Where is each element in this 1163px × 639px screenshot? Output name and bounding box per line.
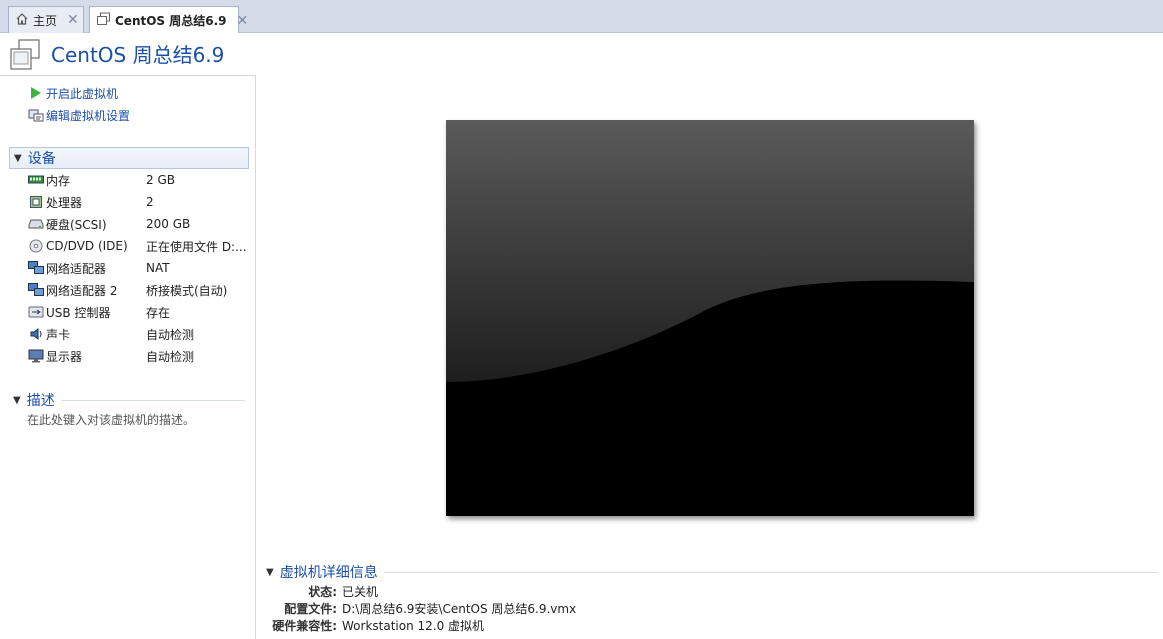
vm-details-section-header[interactable]: ▼ 虚拟机详细信息 [264, 561, 1158, 583]
detail-row-status: 状态: 已关机 [264, 583, 378, 600]
device-row-cd-dvd[interactable]: CD/DVD (IDE) 正在使用文件 D:... [28, 236, 250, 256]
page-title: CentOS 周总结6.9 [51, 43, 225, 67]
device-row-harddisk[interactable]: 硬盘(SCSI) 200 GB [28, 214, 250, 234]
device-row-sound-card[interactable]: 声卡 自动检测 [28, 324, 250, 344]
device-value: 存在 [146, 305, 171, 320]
vm-screen-preview[interactable] [446, 120, 974, 516]
device-value: 2 GB [146, 173, 175, 187]
device-name: 网络适配器 2 [46, 283, 118, 298]
tab-home-label: 主页 [33, 13, 58, 28]
tab-vm-label: CentOS 周总结6.9 [115, 14, 227, 28]
device-row-network-adapter[interactable]: 网络适配器 NAT [28, 258, 250, 278]
device-row-display[interactable]: 显示器 自动检测 [28, 346, 250, 366]
detail-key: 硬件兼容性: [272, 619, 337, 633]
power-on-vm-label: 开启此虚拟机 [46, 86, 119, 101]
device-value: 2 [146, 195, 154, 209]
processor-icon [28, 194, 44, 210]
detail-row-config-file: 配置文件: D:\周总结6.9安装\CentOS 周总结6.9.vmx [264, 600, 576, 617]
memory-icon [28, 172, 44, 188]
device-value: NAT [146, 261, 170, 275]
detail-key: 配置文件: [284, 602, 337, 616]
description-text[interactable]: 在此处键入对该虚拟机的描述。 [27, 411, 195, 428]
device-name: 内存 [46, 173, 71, 188]
tab-home[interactable]: 主页 ✕ [8, 6, 84, 33]
usb-icon [28, 304, 44, 320]
collapse-arrow-icon: ▼ [266, 566, 274, 578]
device-name: 显示器 [46, 349, 83, 364]
device-value: 自动检测 [146, 349, 195, 364]
tab-vm[interactable]: CentOS 周总结6.9 ✕ [89, 6, 248, 34]
device-value: 桥接模式(自动) [146, 283, 228, 298]
home-icon [15, 12, 29, 29]
vm-icon [96, 12, 111, 29]
vm-title-bar: CentOS 周总结6.9 [0, 33, 1163, 75]
devices-section-label: 设备 [27, 151, 56, 167]
detail-value: 已关机 [342, 585, 379, 599]
device-name: 处理器 [46, 195, 83, 210]
sound-card-icon [28, 326, 44, 342]
power-on-vm-button[interactable]: 开启此虚拟机 [28, 84, 118, 102]
network-adapter-icon [28, 260, 44, 276]
detail-value: D:\周总结6.9安装\CentOS 周总结6.9.vmx [342, 602, 577, 616]
vm-details-section-label: 虚拟机详细信息 [279, 565, 378, 581]
device-value: 正在使用文件 D:... [146, 239, 247, 254]
section-divider [60, 399, 245, 401]
network-adapter-icon [28, 282, 44, 298]
collapse-arrow-icon: ▼ [13, 394, 21, 406]
harddisk-icon [28, 216, 44, 232]
left-panel: 开启此虚拟机 编辑虚拟机设置 ▼ 设备 内存 2 GB 处理器 2 硬盘(SCS… [0, 75, 256, 639]
detail-row-hardware-compatibility: 硬件兼容性: Workstation 12.0 虚拟机 [264, 617, 484, 634]
close-icon[interactable]: ✕ [67, 12, 79, 28]
edit-vm-settings-label: 编辑虚拟机设置 [46, 108, 131, 123]
detail-key: 状态: [308, 585, 337, 599]
device-name: 硬盘(SCSI) [46, 217, 107, 232]
vm-large-icon [8, 38, 42, 72]
section-divider [383, 571, 1158, 573]
tab-strip: 主页 ✕ CentOS 周总结6.9 ✕ [0, 0, 1163, 34]
collapse-arrow-icon: ▼ [14, 152, 22, 164]
display-icon [28, 348, 44, 364]
edit-settings-icon [28, 107, 44, 123]
edit-vm-settings-button[interactable]: 编辑虚拟机设置 [28, 106, 130, 124]
device-value: 200 GB [146, 217, 191, 231]
device-row-network-adapter-2[interactable]: 网络适配器 2 桥接模式(自动) [28, 280, 250, 300]
close-icon[interactable]: ✕ [237, 13, 249, 29]
device-name: 网络适配器 [46, 261, 107, 276]
device-row-usb-controller[interactable]: USB 控制器 存在 [28, 302, 250, 322]
description-section-header[interactable]: ▼ 描述 [9, 389, 249, 411]
device-name: USB 控制器 [46, 305, 111, 320]
detail-value: Workstation 12.0 虚拟机 [342, 619, 485, 633]
device-name: 声卡 [46, 327, 71, 342]
play-icon [28, 85, 44, 101]
device-name: CD/DVD (IDE) [46, 239, 128, 253]
device-row-memory[interactable]: 内存 2 GB [28, 170, 250, 190]
description-section-label: 描述 [26, 393, 55, 409]
device-row-processor[interactable]: 处理器 2 [28, 192, 250, 212]
cd-dvd-icon [28, 238, 44, 254]
devices-section-header[interactable]: ▼ 设备 [9, 147, 249, 169]
device-value: 自动检测 [146, 327, 195, 342]
